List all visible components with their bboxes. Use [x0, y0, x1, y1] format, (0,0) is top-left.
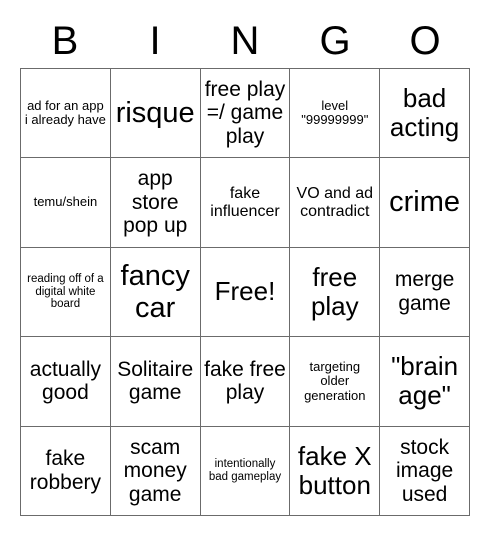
- bingo-cell[interactable]: fake robbery: [21, 426, 111, 516]
- bingo-cell-label: free play =/ game play: [204, 77, 286, 148]
- bingo-cell[interactable]: temu/shein: [21, 158, 111, 248]
- bingo-cell[interactable]: fake influencer: [200, 158, 291, 248]
- header-letter-n: N: [230, 19, 260, 63]
- bingo-cell[interactable]: targeting older generation: [290, 337, 381, 427]
- bingo-cell[interactable]: bad acting: [380, 69, 470, 159]
- bingo-cell[interactable]: VO and ad contradict: [290, 158, 381, 248]
- bingo-cell[interactable]: fake X button: [290, 426, 381, 516]
- bingo-cell-label: fake robbery: [29, 447, 101, 494]
- bingo-cell-label: Free!: [214, 276, 276, 307]
- bingo-cell[interactable]: Solitaire game: [110, 337, 201, 427]
- bingo-free-space[interactable]: Free!: [200, 247, 291, 338]
- header-letter-o: O: [409, 19, 441, 63]
- bingo-cell[interactable]: free play: [290, 247, 381, 338]
- bingo-cell-label: VO and ad contradict: [296, 184, 374, 220]
- bingo-cell-label: app store pop up: [123, 167, 188, 238]
- bingo-cell-label: Solitaire game: [117, 357, 194, 405]
- bingo-cell-label: fake free play: [204, 357, 286, 405]
- bingo-cell-label: fake influencer: [210, 184, 280, 220]
- bingo-cell[interactable]: reading off of a digital white board: [21, 247, 111, 338]
- bingo-cell[interactable]: fancy car: [110, 247, 201, 338]
- bingo-cell-label: "brain age": [391, 351, 459, 411]
- header-letter-b: B: [51, 19, 79, 63]
- bingo-cell-label: level "99999999": [301, 97, 369, 128]
- header-letter-i: I: [149, 19, 161, 63]
- bingo-cell-label: stock image used: [395, 435, 454, 506]
- bingo-header: B I N G O: [20, 14, 470, 68]
- bingo-cell-label: fancy car: [120, 259, 190, 324]
- bingo-cell[interactable]: fake free play: [200, 337, 291, 427]
- bingo-card: B I N G O ad for an app i already have ri…: [0, 0, 500, 544]
- bingo-cell[interactable]: ad for an app i already have: [21, 69, 111, 159]
- bingo-cell[interactable]: intentionally bad gameplay: [200, 426, 291, 516]
- bingo-cell[interactable]: merge game: [380, 247, 470, 338]
- bingo-cell[interactable]: scam money game: [110, 426, 201, 516]
- bingo-cell-label: bad acting: [389, 83, 460, 143]
- header-letter-g: G: [319, 19, 351, 63]
- bingo-cell-label: intentionally bad gameplay: [208, 457, 282, 483]
- bingo-cell-label: merge game: [394, 268, 455, 315]
- bingo-cell-label: reading off of a digital white board: [27, 272, 104, 311]
- bingo-cell-label: ad for an app i already have: [24, 97, 106, 128]
- bingo-cell-label: targeting older generation: [304, 358, 366, 403]
- bingo-cell-label: temu/shein: [33, 194, 98, 210]
- bingo-grid: ad for an app i already have risque free p…: [20, 68, 470, 516]
- bingo-cell[interactable]: app store pop up: [110, 158, 201, 248]
- bingo-cell[interactable]: risque: [110, 69, 201, 159]
- bingo-cell[interactable]: stock image used: [380, 426, 470, 516]
- bingo-cell-label: free play: [310, 261, 359, 321]
- bingo-cell-label: scam money game: [123, 435, 187, 506]
- bingo-cell[interactable]: level "99999999": [290, 69, 381, 159]
- bingo-cell-label: actually good: [29, 357, 101, 405]
- bingo-cell[interactable]: "brain age": [380, 337, 470, 427]
- bingo-cell-label: fake X button: [297, 440, 372, 500]
- bingo-cell-label: risque: [115, 96, 195, 129]
- bingo-cell[interactable]: free play =/ game play: [200, 69, 291, 159]
- bingo-cell[interactable]: actually good: [21, 337, 111, 427]
- bingo-cell-label: crime: [389, 186, 461, 219]
- bingo-cell[interactable]: crime: [380, 158, 470, 248]
